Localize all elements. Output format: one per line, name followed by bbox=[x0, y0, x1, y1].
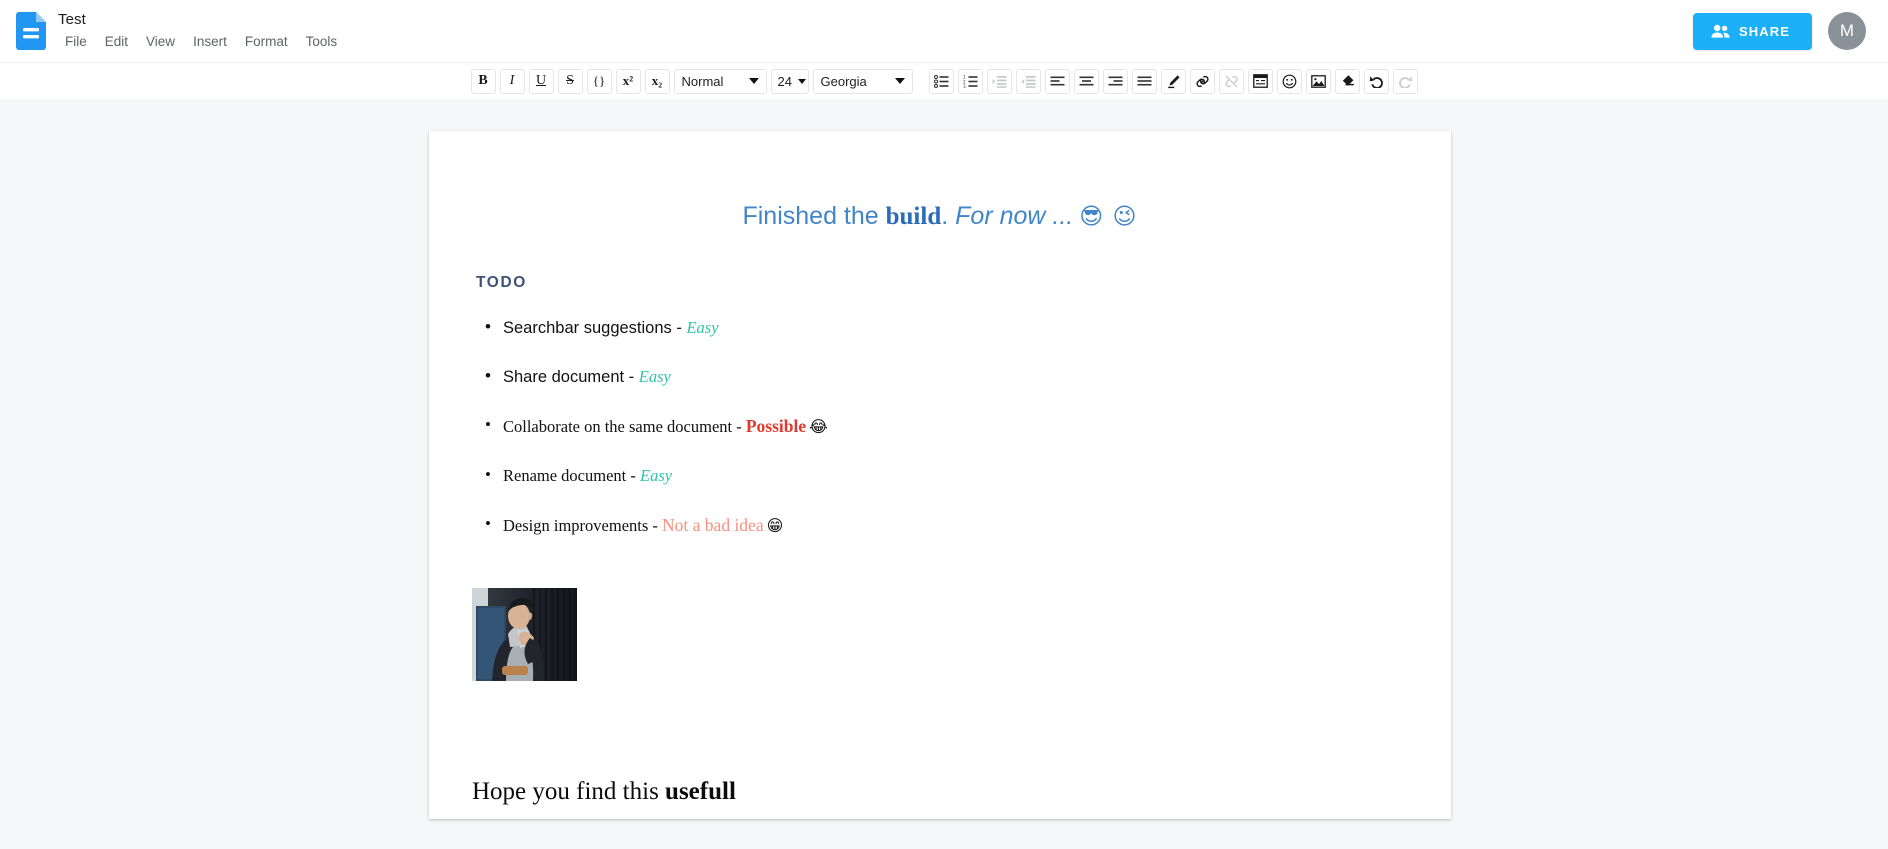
share-button-label: SHARE bbox=[1738, 23, 1790, 39]
list-item-tag: Possible bbox=[745, 415, 807, 436]
font-family-value: Georgia bbox=[820, 73, 867, 89]
title-and-menu: Test File Edit View Insert Format Tools bbox=[56, 10, 346, 52]
chevron-down-icon bbox=[797, 78, 806, 84]
insert-image-icon[interactable] bbox=[1305, 68, 1331, 94]
paragraph-style-select[interactable]: Normal bbox=[673, 68, 767, 94]
list-item[interactable]: Collaborate on the same document - Possi… bbox=[485, 415, 1409, 437]
undo-icon[interactable] bbox=[1363, 68, 1389, 94]
document-heading: Finished the build. For now ... 😎 😉 bbox=[471, 200, 1409, 234]
list-item-emoji: 😂 bbox=[809, 416, 828, 436]
list-item[interactable]: Share document - Easy bbox=[485, 366, 1409, 387]
heading-italic-fornow: For now ... bbox=[955, 202, 1074, 230]
chevron-down-icon bbox=[748, 78, 759, 84]
todo-list: Searchbar suggestions - Easy Share docum… bbox=[471, 317, 1409, 536]
list-item-tag: Not a bad idea bbox=[662, 514, 764, 535]
share-button[interactable]: SHARE bbox=[1692, 12, 1812, 50]
chevron-down-icon bbox=[894, 78, 905, 84]
list-item-text: Share document bbox=[503, 367, 625, 386]
list-item-tag: Easy bbox=[640, 465, 673, 485]
list-item-tag: Easy bbox=[638, 366, 671, 386]
heading-bold-build: build bbox=[885, 203, 942, 230]
list-item-dash: - bbox=[648, 515, 663, 535]
font-size-select[interactable]: 24 bbox=[770, 68, 809, 94]
menu-item-file[interactable]: File bbox=[56, 31, 96, 52]
heading-text-part2: . bbox=[941, 202, 956, 230]
superscript-button[interactable]: x² bbox=[615, 68, 641, 94]
menu-item-tools[interactable]: Tools bbox=[297, 31, 347, 52]
menu-bar: File Edit View Insert Format Tools bbox=[56, 31, 346, 52]
closing-line: Hope you find this usefull bbox=[472, 776, 1409, 809]
list-item-dash: - bbox=[671, 318, 687, 337]
avatar[interactable]: M bbox=[1828, 12, 1866, 50]
heading-emoji: 😎 😉 bbox=[1079, 204, 1138, 230]
subscript-button[interactable]: x₂ bbox=[644, 68, 670, 94]
strikethrough-button[interactable]: S bbox=[557, 68, 583, 94]
menu-item-insert[interactable]: Insert bbox=[184, 31, 236, 52]
clear-format-eraser-icon[interactable] bbox=[1334, 68, 1360, 94]
list-item-text: Searchbar suggestions bbox=[503, 318, 672, 337]
insert-table-icon[interactable] bbox=[1247, 68, 1273, 94]
closing-bold: usefull bbox=[665, 777, 736, 805]
font-family-select[interactable]: Georgia bbox=[812, 68, 913, 94]
emoji-icon[interactable] bbox=[1276, 68, 1302, 94]
list-item-text: Design improvements bbox=[503, 515, 649, 535]
list-item-text: Rename document bbox=[503, 465, 627, 485]
header-actions: SHARE M bbox=[1692, 12, 1866, 50]
formatting-toolbar: B I U S {} x² x₂ Normal 24 Georgia 1 2 3 bbox=[0, 62, 1888, 99]
document-page[interactable]: Finished the build. For now ... 😎 😉 TODO … bbox=[429, 131, 1451, 819]
menu-item-view[interactable]: View bbox=[137, 31, 184, 52]
document-body[interactable]: Finished the build. For now ... 😎 😉 TODO … bbox=[429, 131, 1451, 808]
list-item-dash: - bbox=[624, 367, 639, 386]
bold-button[interactable]: B bbox=[470, 68, 496, 94]
list-item[interactable]: Rename document - Easy bbox=[485, 465, 1409, 486]
underline-button[interactable]: U bbox=[528, 68, 554, 94]
redo-icon[interactable] bbox=[1392, 68, 1418, 94]
section-title-todo: TODO bbox=[476, 273, 527, 291]
numbered-list-icon[interactable]: 1 2 3 bbox=[957, 68, 983, 94]
list-item-text: Collaborate on the same document bbox=[503, 416, 733, 436]
document-icon[interactable] bbox=[16, 12, 46, 50]
highlight-pen-icon[interactable] bbox=[1160, 68, 1186, 94]
code-block-button[interactable]: {} bbox=[586, 68, 612, 94]
unlink-icon[interactable] bbox=[1218, 68, 1244, 94]
align-center-icon[interactable] bbox=[1073, 68, 1099, 94]
align-left-icon[interactable] bbox=[1044, 68, 1070, 94]
embedded-image-wrapper bbox=[472, 587, 1409, 681]
italic-button[interactable]: I bbox=[499, 68, 525, 94]
indent-decrease-icon[interactable] bbox=[1015, 68, 1041, 94]
align-right-icon[interactable] bbox=[1102, 68, 1128, 94]
document-title[interactable]: Test bbox=[56, 10, 346, 29]
svg-text:3: 3 bbox=[963, 83, 966, 87]
embedded-photo[interactable] bbox=[472, 587, 577, 681]
list-item[interactable]: Searchbar suggestions - Easy bbox=[485, 317, 1409, 338]
list-item-dash: - bbox=[732, 416, 746, 436]
indent-increase-icon[interactable] bbox=[986, 68, 1012, 94]
closing-text: Hope you find this bbox=[472, 777, 666, 805]
menu-item-edit[interactable]: Edit bbox=[96, 31, 137, 52]
list-item-emoji: 😁 bbox=[766, 515, 784, 535]
people-icon bbox=[1711, 24, 1730, 38]
paragraph-style-value: Normal bbox=[681, 73, 724, 89]
list-item-tag: Easy bbox=[686, 317, 719, 337]
document-canvas: Finished the build. For now ... 😎 😉 TODO … bbox=[0, 100, 1888, 849]
font-size-value: 24 bbox=[777, 73, 792, 89]
align-justify-icon[interactable] bbox=[1131, 68, 1157, 94]
list-item-dash: - bbox=[626, 465, 641, 485]
app-header: Test File Edit View Insert Format Tools bbox=[0, 0, 1888, 62]
list-item[interactable]: Design improvements - Not a bad idea😁 bbox=[485, 514, 1409, 536]
bulleted-list-icon[interactable] bbox=[928, 68, 954, 94]
link-icon[interactable] bbox=[1189, 68, 1215, 94]
docs-app-window: Test File Edit View Insert Format Tools bbox=[0, 0, 1888, 849]
menu-item-format[interactable]: Format bbox=[236, 31, 297, 52]
heading-text-part1: Finished the bbox=[742, 202, 886, 230]
